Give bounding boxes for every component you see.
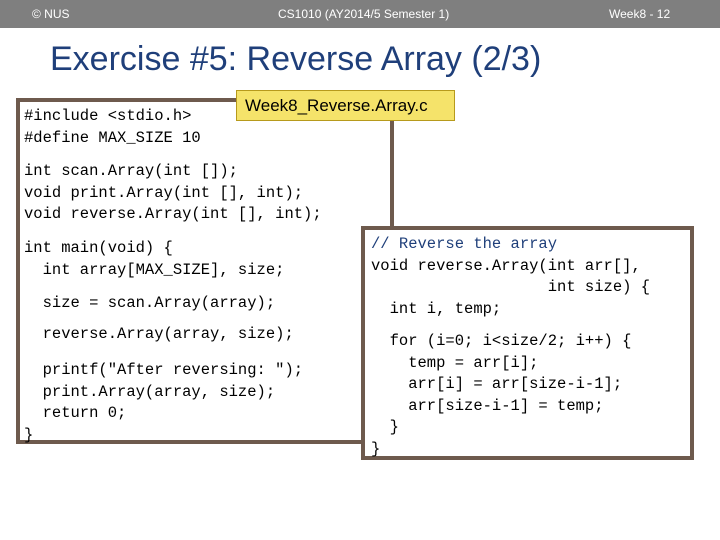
code-line: void print.Array(int [], int); — [24, 183, 304, 202]
code-reverse-header: // Reverse the array void reverse.Array(… — [371, 234, 650, 320]
header-course: CS1010 (AY2014/5 Semester 1) — [278, 7, 450, 21]
code-prototypes: int scan.Array(int []); void print.Array… — [24, 161, 322, 226]
code-line: } — [371, 418, 399, 436]
code-line: temp = arr[i]; — [371, 353, 539, 372]
code-line: #define MAX_SIZE 10 — [24, 128, 201, 147]
code-line: int scan.Array(int []); — [24, 162, 238, 180]
reverse-function-box: // Reverse the array void reverse.Array(… — [361, 226, 694, 460]
code-reverse-loop: for (i=0; i<size/2; i++) { temp = arr[i]… — [371, 331, 631, 460]
code-main-header: int main(void) { int array[MAX_SIZE], si… — [24, 238, 284, 281]
code-line: } — [24, 425, 34, 444]
code-line: int array[MAX_SIZE], size; — [24, 260, 285, 279]
code-line: #include <stdio.h> — [24, 107, 192, 125]
code-line: } — [371, 439, 381, 458]
file-name-label: Week8_Reverse.Array.c — [236, 90, 455, 121]
code-line: size = scan.Array(array); — [24, 294, 276, 312]
code-comment: // Reverse the array — [371, 235, 558, 253]
code-print-block: printf("After reversing: "); print.Array… — [24, 360, 303, 446]
code-includes: #include <stdio.h> #define MAX_SIZE 10 — [24, 106, 201, 149]
code-line: int size) { — [371, 278, 651, 296]
code-reverse-call: reverse.Array(array, size); — [24, 324, 294, 346]
code-line: arr[i] = arr[size-i-1]; — [371, 375, 623, 393]
code-line: reverse.Array(array, size); — [24, 325, 294, 343]
slide-title: Exercise #5: Reverse Array (2/3) — [50, 40, 542, 78]
code-line: return 0; — [24, 404, 127, 422]
main-code-box: #include <stdio.h> #define MAX_SIZE 10 i… — [16, 98, 394, 444]
code-line: printf("After reversing: "); — [24, 361, 304, 379]
code-line: int main(void) { — [24, 239, 173, 257]
header-page-number: Week8 - 12 — [609, 7, 671, 21]
code-line: arr[size-i-1] = temp; — [371, 396, 604, 415]
code-line: void reverse.Array(int arr[], — [371, 256, 641, 275]
code-scan-call: size = scan.Array(array); — [24, 293, 276, 315]
code-line: print.Array(array, size); — [24, 382, 276, 401]
code-line: for (i=0; i<size/2; i++) { — [371, 332, 632, 350]
code-line: int i, temp; — [371, 299, 502, 318]
code-line: void reverse.Array(int [], int); — [24, 205, 322, 223]
header-copyright: © NUS — [32, 7, 70, 21]
slide-header: © NUS CS1010 (AY2014/5 Semester 1) Week8… — [0, 0, 720, 28]
